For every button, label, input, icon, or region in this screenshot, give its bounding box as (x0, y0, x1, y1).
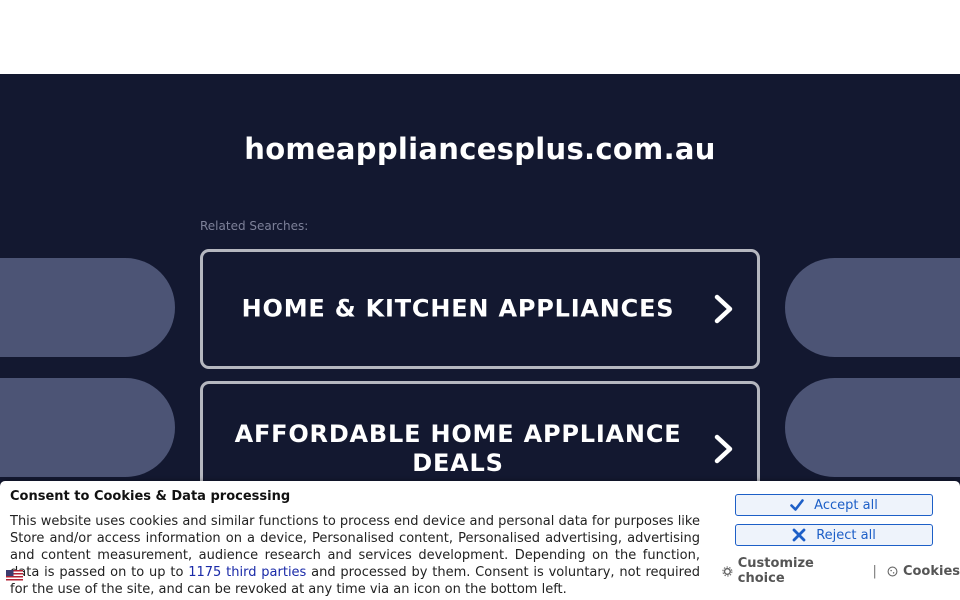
decorative-pill-right-2 (785, 378, 960, 477)
link-separator: | (872, 563, 877, 579)
decorative-pill-left-1 (0, 258, 175, 357)
accept-all-button[interactable]: Accept all (735, 494, 933, 516)
decorative-pill-left-2 (0, 378, 175, 477)
x-icon (792, 528, 806, 542)
cookies-label: Cookies (902, 563, 960, 579)
third-parties-link[interactable]: 1175 third parties (188, 565, 306, 580)
search-link-label: HOME & KITCHEN APPLIANCES (241, 294, 675, 323)
cookie-icon (887, 566, 898, 576)
top-white-bar (0, 0, 960, 74)
cookies-link[interactable]: Cookies (887, 564, 960, 579)
decorative-pill-right-1 (785, 258, 960, 357)
customize-choice-label: Customize choice (737, 556, 814, 586)
accept-all-label: Accept all (814, 497, 878, 513)
domain-title: homeappliancesplus.com.au (244, 132, 716, 166)
reject-all-label: Reject all (816, 527, 876, 543)
search-link-label: AFFORDABLE HOME APPLIANCE DEALS (234, 420, 682, 477)
search-link-home-kitchen-appliances[interactable]: HOME & KITCHEN APPLIANCES (200, 249, 760, 369)
customize-choice-link[interactable]: Customize choice (722, 556, 863, 586)
consent-description: This website uses cookies and similar fu… (10, 513, 700, 598)
consent-footer-links: Customize choice | Cookies (722, 556, 960, 586)
related-searches-label: Related Searches: (200, 219, 309, 233)
language-flag-icon[interactable] (6, 570, 23, 582)
check-icon (790, 499, 804, 511)
consent-title: Consent to Cookies & Data processing (10, 489, 291, 504)
reject-all-button[interactable]: Reject all (735, 524, 933, 546)
consent-banner: Consent to Cookies & Data processing Thi… (0, 481, 960, 600)
chevron-right-icon (714, 434, 733, 464)
chevron-right-icon (714, 294, 733, 324)
gear-icon (722, 565, 733, 577)
